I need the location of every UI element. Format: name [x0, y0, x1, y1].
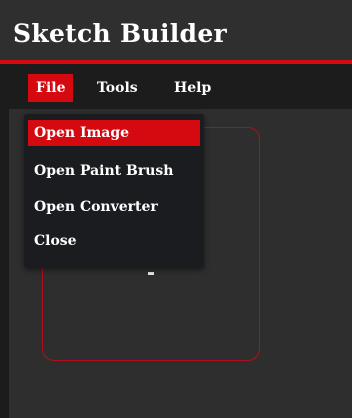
app-title: Sketch Builder: [13, 19, 227, 48]
menu-item-open-paint-brush[interactable]: Open Paint Brush: [28, 158, 200, 184]
menu-item-open-image[interactable]: Open Image: [28, 120, 200, 146]
frame-placeholder-mark: [148, 272, 154, 275]
menu-item-open-converter[interactable]: Open Converter: [28, 194, 200, 220]
menu-help[interactable]: Help: [166, 74, 219, 102]
menu-file[interactable]: File: [28, 74, 74, 102]
file-dropdown-menu: Open Image Open Paint Brush Open Convert…: [24, 114, 204, 268]
menu-item-close[interactable]: Close: [28, 228, 200, 254]
title-bar: Sketch Builder: [0, 0, 352, 64]
menu-tools[interactable]: Tools: [89, 74, 146, 102]
left-panel-strip: [0, 109, 9, 418]
menu-bar: File Tools Help: [0, 64, 352, 109]
